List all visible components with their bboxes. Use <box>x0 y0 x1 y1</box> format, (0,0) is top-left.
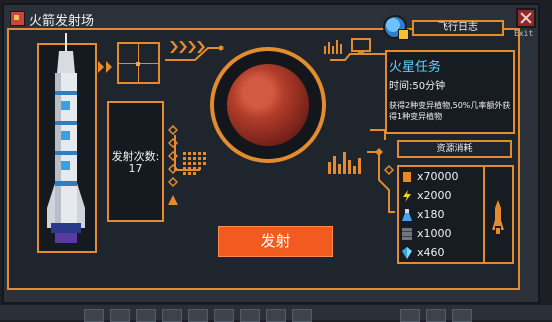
globe-icon[interactable] <box>383 15 409 40</box>
hotbar-slot <box>162 309 182 322</box>
mission-time: 时间:50分钟 <box>389 81 446 92</box>
resource-divider <box>483 167 485 262</box>
equalizer-decor <box>328 152 361 174</box>
signal-bars-decor <box>324 38 371 54</box>
resource-quantity: x70000 <box>417 170 459 183</box>
exit-label: Exit <box>514 29 534 38</box>
window-title: 火箭发射场 <box>29 14 95 29</box>
hotbar-slot <box>452 309 472 322</box>
lightning-icon <box>403 190 411 202</box>
launch-count-box: 发射次数: 17 <box>107 101 164 222</box>
hotbar-slot <box>240 309 260 322</box>
hotbar-slot <box>136 309 156 322</box>
resource-quantity: x460 <box>417 246 445 259</box>
connector-decor <box>367 148 395 213</box>
diamond-chain-decor <box>168 125 178 205</box>
rocket-icon <box>47 33 85 243</box>
rocket-pad-icon <box>10 11 25 26</box>
hotbar-slot <box>188 309 208 322</box>
hotbar-slot <box>84 309 104 322</box>
resource-quantity: x180 <box>417 208 445 221</box>
document-icon <box>402 171 412 183</box>
hotbar-slot <box>110 309 130 322</box>
flask-icon <box>402 209 412 221</box>
launch-button[interactable]: 发射 <box>218 226 333 257</box>
flight-log-button[interactable]: 飞行日志 <box>412 20 504 36</box>
dot-matrix-decor <box>183 152 206 175</box>
mini-rocket-icon <box>492 200 504 234</box>
resource-cost-title: 资源消耗 <box>397 140 512 158</box>
double-arrow-icon <box>98 61 112 73</box>
exit-button[interactable] <box>516 8 536 28</box>
resource-quantity: x1000 <box>417 227 452 240</box>
target-dot <box>136 62 140 66</box>
hotbar-slot <box>214 309 234 322</box>
hotbar-slot <box>266 309 286 322</box>
mission-title: 火星任务 <box>389 60 442 75</box>
barrel-icon <box>402 228 412 240</box>
hotbar-slot <box>400 309 420 322</box>
hotbar-slot <box>292 309 312 322</box>
hotbar-slot <box>426 309 446 322</box>
resource-quantity: x2000 <box>417 189 452 202</box>
mars-planet-icon <box>227 64 309 146</box>
launch-count-value: 17 <box>128 162 143 175</box>
mission-description: 获得2种变异植物,50%几率额外获得1种变异植物 <box>389 101 511 121</box>
crystal-icon <box>402 247 412 259</box>
